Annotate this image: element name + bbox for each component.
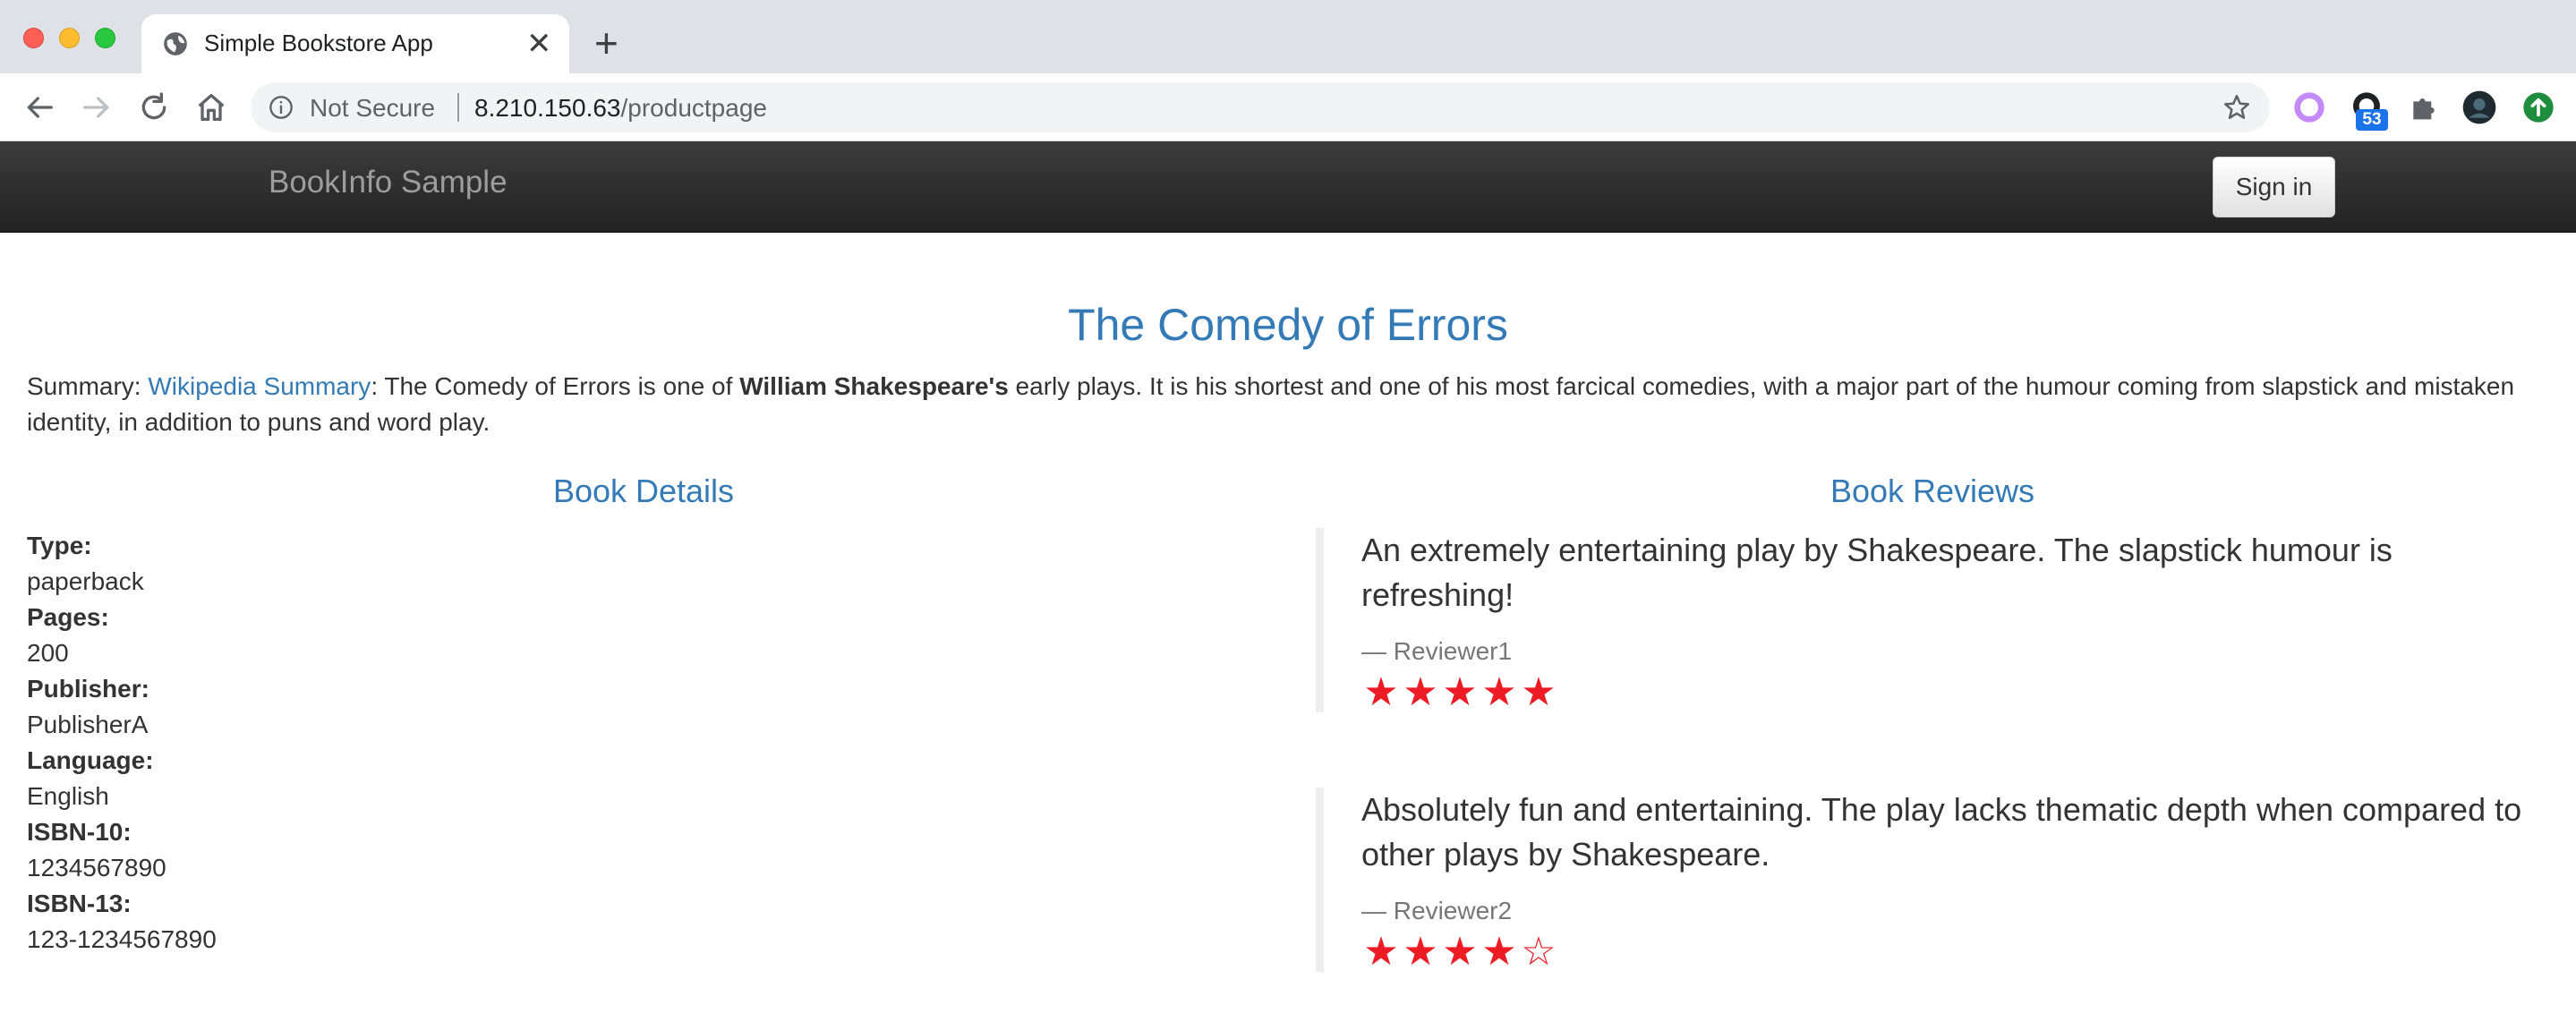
detail-label-pages: Pages: [27,603,109,631]
star-rating: ★ ★ ★ ★ ★ [1361,673,2551,712]
extension-ring-icon[interactable] [2291,89,2327,125]
url-text[interactable]: 8.210.150.63/productpage [474,94,767,123]
star-filled-icon: ★ [1481,670,1517,714]
book-reviews-heading: Book Reviews [1830,473,2035,509]
star-filled-icon: ★ [1521,670,1557,714]
detail-label-isbn10: ISBN-10: [27,818,132,846]
back-arrow-icon[interactable] [21,89,57,125]
detail-value-isbn10: 1234567890 [27,854,166,881]
detail-value-isbn13: 123-1234567890 [27,925,217,953]
detail-value-pages: 200 [27,639,69,667]
detail-label-type: Type: [27,532,92,559]
review-card: An extremely entertaining play by Shakes… [1316,528,2551,712]
summary-text-1: : The Comedy of Errors is one of [371,372,740,400]
reload-icon[interactable] [136,89,172,125]
star-filled-icon: ★ [1403,670,1438,714]
detail-value-type: paperback [27,567,144,595]
new-tab-button[interactable]: + [594,20,618,66]
star-rating: ★ ★ ★ ★ ☆ [1361,933,2551,972]
bookmark-star-icon[interactable] [2222,92,2252,123]
star-filled-icon: ★ [1363,930,1399,974]
detail-label-language: Language: [27,746,154,774]
home-icon[interactable] [193,89,229,125]
url-host: 8.210.150.63 [474,94,621,122]
star-filled-icon: ★ [1442,930,1478,974]
app-navbar: BookInfo Sample Sign in [0,141,2576,233]
close-tab-icon[interactable]: ✕ [526,26,552,62]
review-text: An extremely entertaining play by Shakes… [1361,532,2393,613]
security-label[interactable]: Not Secure [310,94,435,123]
address-bar[interactable]: Not Secure 8.210.150.63/productpage [251,82,2270,132]
star-filled-icon: ★ [1363,670,1399,714]
detail-value-publisher: PublisherA [27,711,149,738]
book-title: The Comedy of Errors [1068,300,1508,350]
info-icon[interactable] [269,95,294,120]
window-close-button[interactable] [23,28,44,48]
review-text: Absolutely fun and entertaining. The pla… [1361,791,2522,873]
book-details-heading: Book Details [552,473,735,509]
browser-toolbar: Not Secure 8.210.150.63/productpage [0,73,2576,141]
profile-avatar-icon[interactable] [2461,89,2497,125]
window-maximize-button[interactable] [95,28,115,48]
book-details-list: Type: paperback Pages: 200 Publisher: Pu… [27,528,217,958]
globe-icon [164,32,187,55]
summary-prefix: Summary: [27,372,149,400]
browser-tab-active[interactable]: Simple Bookstore App ✕ [141,14,569,73]
forward-arrow-icon[interactable] [79,89,115,125]
update-available-icon[interactable] [2521,89,2556,125]
wikipedia-summary-link[interactable]: Wikipedia Summary [148,372,371,400]
puzzle-extensions-icon[interactable] [2406,89,2442,125]
detail-value-language: English [27,782,109,810]
address-divider [457,93,459,122]
star-filled-icon: ★ [1481,930,1517,974]
reviewer-name: — Reviewer2 [1361,897,1513,924]
tab-title: Simple Bookstore App [204,30,433,56]
extension-count-badge: 53 [2356,109,2388,131]
detail-label-publisher: Publisher: [27,675,149,703]
reviewer-name: — Reviewer1 [1361,637,1513,665]
star-filled-icon: ★ [1442,670,1478,714]
detail-label-isbn13: ISBN-13: [27,890,132,917]
book-summary: Summary: Wikipedia Summary: The Comedy o… [27,369,2551,440]
sign-in-button[interactable]: Sign in [2213,157,2335,217]
star-filled-icon: ★ [1403,930,1438,974]
browser-tab-strip: Simple Bookstore App ✕ + [0,0,2576,73]
navbar-brand[interactable]: BookInfo Sample [269,165,508,200]
review-card: Absolutely fun and entertaining. The pla… [1316,788,2551,972]
star-empty-icon: ☆ [1521,930,1557,974]
url-path: /productpage [620,94,767,122]
summary-author: William Shakespeare's [739,372,1009,400]
window-minimize-button[interactable] [59,28,80,48]
